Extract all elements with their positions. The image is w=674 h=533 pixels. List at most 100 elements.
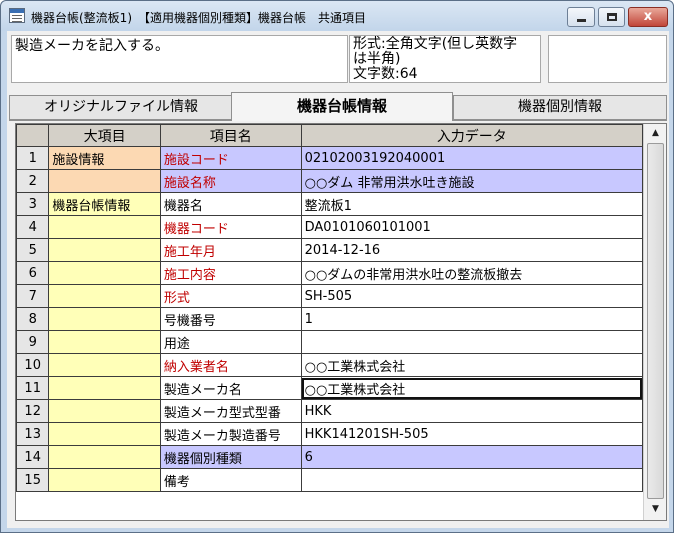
window-title: 機器台帳(整流板1) 【適用機器個別種類】機器台帳 共通項目 (31, 11, 367, 25)
item-name-cell: 用途 (159, 330, 302, 354)
row-number-header (16, 124, 50, 147)
format-line: 形式:全角文字(但し英数字 (353, 36, 518, 52)
item-name-cell: 施設名称 (159, 169, 302, 193)
category-cell: 施設情報 (48, 146, 161, 170)
input-data-cell[interactable] (300, 330, 644, 354)
category-cell (48, 422, 161, 446)
category-cell (48, 261, 161, 285)
scroll-down-icon[interactable]: ▼ (646, 501, 665, 518)
input-data-cell[interactable]: ○○工業株式会社 (300, 353, 644, 377)
item-name-cell: 施設コード (159, 146, 302, 170)
input-data-cell[interactable]: 02102003192040001 (300, 146, 644, 170)
category-header: 大項目 (48, 124, 161, 147)
field-note-box (548, 35, 667, 83)
row-number: 15 (16, 468, 50, 492)
category-cell (48, 376, 161, 400)
input-data-cell[interactable]: ○○工業株式会社 (300, 376, 644, 400)
input-data-cell[interactable]: 整流板1 (300, 192, 644, 216)
item-name-cell: 施工年月 (159, 238, 302, 262)
item-name-cell: 機器名 (159, 192, 302, 216)
input-data-cell[interactable]: HKK141201SH-505 (300, 422, 644, 446)
row-number: 3 (16, 192, 50, 216)
row-number: 12 (16, 399, 50, 423)
row-number: 14 (16, 445, 50, 469)
data-grid: 大項目 項目名 入力データ 1 施設情報 施設コード 0210200319204000… (15, 123, 667, 521)
input-data-cell[interactable]: 6 (300, 445, 644, 469)
category-cell (48, 284, 161, 308)
input-data-cell[interactable]: DA0101060101001 (300, 215, 644, 239)
item-name-cell: 施工内容 (159, 261, 302, 285)
title-bar[interactable]: 機器台帳(整流板1) 【適用機器個別種類】機器台帳 共通項目 x (1, 1, 673, 31)
scroll-up-icon[interactable]: ▲ (646, 125, 665, 142)
application-window: 機器台帳(整流板1) 【適用機器個別種類】機器台帳 共通項目 x 製造メーカを記… (0, 0, 674, 533)
format-line: 文字数:64 (353, 66, 418, 82)
row-number: 10 (16, 353, 50, 377)
table-row[interactable]: 4 機器コード DA0101060101001 (16, 215, 644, 239)
input-data-cell[interactable]: 1 (300, 307, 644, 331)
ledger-app-icon (9, 8, 25, 23)
table-row[interactable]: 14 機器個別種類 6 (16, 445, 644, 469)
minimize-icon (577, 19, 586, 22)
row-number: 11 (16, 376, 50, 400)
client-area: 製造メーカを記入する。 形式:全角文字(但し英数字 は半角) 文字数:64 オリ… (7, 31, 669, 528)
vertical-scrollbar[interactable]: ▲ ▼ (643, 124, 666, 520)
table-row[interactable]: 10 納入業者名 ○○工業株式会社 (16, 353, 644, 377)
close-icon: x (643, 9, 653, 24)
row-number: 9 (16, 330, 50, 354)
item-name-cell: 形式 (159, 284, 302, 308)
row-number: 4 (16, 215, 50, 239)
field-description-box: 製造メーカを記入する。 (11, 35, 348, 83)
close-button[interactable]: x (628, 7, 668, 27)
category-cell (48, 215, 161, 239)
table-row[interactable]: 15 備考 (16, 468, 644, 492)
item-name-cell: 機器コード (159, 215, 302, 239)
table-row[interactable]: 6 施工内容 ○○ダムの非常用洪水吐の整流板撤去 (16, 261, 644, 285)
category-cell (48, 238, 161, 262)
category-cell (48, 330, 161, 354)
input-data-cell[interactable]: SH-505 (300, 284, 644, 308)
item-name-cell: 号機番号 (159, 307, 302, 331)
input-data-cell[interactable]: ○○ダム 非常用洪水吐き施設 (300, 169, 644, 193)
row-number: 7 (16, 284, 50, 308)
input-data-cell[interactable] (300, 468, 644, 492)
category-cell: 機器台帳情報 (48, 192, 161, 216)
table-row[interactable]: 13 製造メーカ製造番号 HKK141201SH-505 (16, 422, 644, 446)
maximize-icon (607, 13, 617, 21)
input-data-header: 入力データ (300, 124, 644, 147)
table-row[interactable]: 11 製造メーカ名 ○○工業株式会社 (16, 376, 644, 400)
item-name-header: 項目名 (159, 124, 302, 147)
table-row[interactable]: 12 製造メーカ型式型番 HKK (16, 399, 644, 423)
category-cell (48, 353, 161, 377)
tab-equipment-ledger-info[interactable]: 機器台帳情報 (231, 92, 453, 121)
table-header-row: 大項目 項目名 入力データ (16, 124, 644, 147)
category-cell (48, 445, 161, 469)
minimize-button[interactable] (567, 7, 595, 27)
row-number: 5 (16, 238, 50, 262)
table-row[interactable]: 3 機器台帳情報 機器名 整流板1 (16, 192, 644, 216)
format-line: は半角) (353, 51, 401, 67)
item-name-cell: 製造メーカ製造番号 (159, 422, 302, 446)
scroll-thumb[interactable] (647, 143, 664, 499)
item-name-cell: 納入業者名 (159, 353, 302, 377)
input-data-cell[interactable]: 2014-12-16 (300, 238, 644, 262)
tab-equipment-detail-info[interactable]: 機器個別情報 (453, 95, 667, 120)
ledger-table: 大項目 項目名 入力データ 1 施設情報 施設コード 0210200319204000… (16, 124, 644, 492)
table-row[interactable]: 7 形式 SH-505 (16, 284, 644, 308)
item-name-cell: 製造メーカ型式型番 (159, 399, 302, 423)
row-number: 2 (16, 169, 50, 193)
table-row[interactable]: 9 用途 (16, 330, 644, 354)
category-cell (48, 169, 161, 193)
table-row[interactable]: 5 施工年月 2014-12-16 (16, 238, 644, 262)
category-cell (48, 399, 161, 423)
row-number: 13 (16, 422, 50, 446)
row-number: 8 (16, 307, 50, 331)
maximize-button[interactable] (598, 7, 625, 27)
field-format-box: 形式:全角文字(但し英数字 は半角) 文字数:64 (349, 35, 541, 83)
table-row[interactable]: 2 施設名称 ○○ダム 非常用洪水吐き施設 (16, 169, 644, 193)
table-row[interactable]: 8 号機番号 1 (16, 307, 644, 331)
input-data-cell[interactable]: ○○ダムの非常用洪水吐の整流板撤去 (300, 261, 644, 285)
input-data-cell[interactable]: HKK (300, 399, 644, 423)
tab-original-file-info[interactable]: オリジナルファイル情報 (9, 95, 233, 120)
table-row[interactable]: 1 施設情報 施設コード 02102003192040001 (16, 146, 644, 170)
item-name-cell: 機器個別種類 (159, 445, 302, 469)
